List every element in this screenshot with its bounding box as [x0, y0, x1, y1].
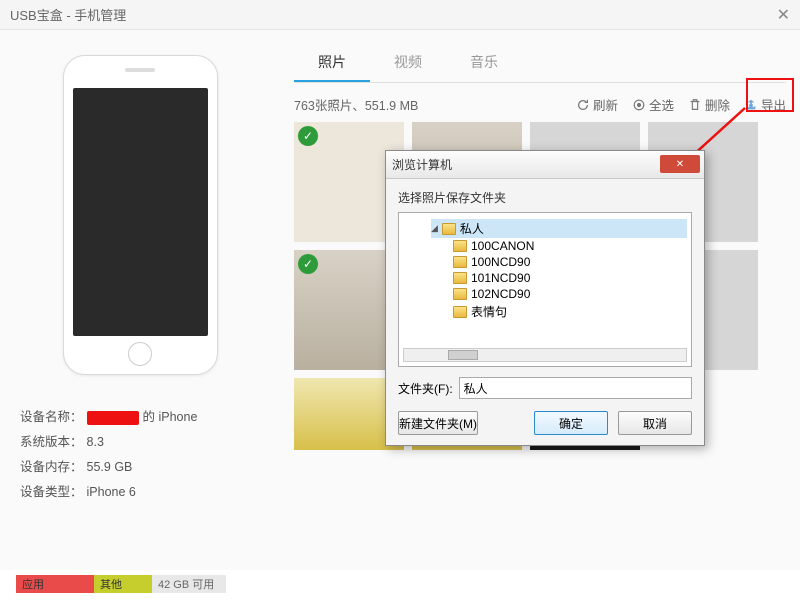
tree-h-scrollbar[interactable]	[403, 348, 687, 362]
checkmark-icon: ✓	[298, 254, 318, 274]
folder-name-row: 文件夹(F):	[398, 377, 692, 399]
tab-music[interactable]: 音乐	[446, 44, 522, 82]
device-name-label: 设备名称：	[20, 405, 83, 430]
device-storage-row: 设备内存： 55.9 GB	[20, 455, 260, 480]
dialog-title: 浏览计算机	[392, 156, 452, 173]
new-folder-button[interactable]: 新建文件夹(M)	[398, 411, 478, 435]
folder-name-label: 文件夹(F):	[398, 380, 453, 397]
cancel-button[interactable]: 取消	[618, 411, 692, 435]
device-os-row: 系统版本： 8.3	[20, 430, 260, 455]
tree-label: 102NCD90	[471, 287, 530, 301]
export-label: 导出	[761, 95, 786, 114]
delete-label: 删除	[705, 95, 730, 114]
storage-bar: 应用 其他 42 GB 可用	[16, 574, 266, 594]
tree-label: 100NCD90	[471, 255, 530, 269]
window-title: USB宝盒 - 手机管理	[10, 5, 126, 24]
scrollbar-thumb[interactable]	[448, 350, 478, 360]
tree-label: 表情句	[471, 303, 507, 320]
phone-home-button	[128, 342, 152, 366]
device-panel: 设备名称： 的 iPhone 系统版本： 8.3 设备内存： 55.9 GB 设…	[0, 30, 280, 570]
device-name-suffix: 的 iPhone	[143, 405, 198, 430]
storage-segment-app: 应用	[16, 575, 94, 593]
tree-label: 私人	[460, 220, 484, 237]
device-os-label: 系统版本：	[20, 430, 83, 455]
folder-icon	[442, 223, 456, 235]
tree-item[interactable]: 100NCD90	[453, 254, 687, 270]
folder-tree[interactable]: ◢ 私人 100CANON 100NCD90 101NCD90 102NCD90	[398, 212, 692, 367]
window-titlebar: USB宝盒 - 手机管理 ✕	[0, 0, 800, 30]
select-all-icon	[632, 98, 646, 112]
folder-icon	[453, 306, 467, 318]
refresh-icon	[576, 98, 590, 112]
dialog-body: 选择照片保存文件夹 ◢ 私人 100CANON 100NCD90 101NCD9…	[386, 179, 704, 445]
tree-label: 101NCD90	[471, 271, 530, 285]
folder-icon	[453, 256, 467, 268]
dialog-buttons: 新建文件夹(M) 确定 取消	[398, 411, 692, 435]
device-os-value: 8.3	[87, 430, 104, 455]
expand-icon[interactable]: ◢	[431, 223, 438, 234]
dialog-titlebar: 浏览计算机 ✕	[386, 151, 704, 179]
refresh-button[interactable]: 刷新	[576, 95, 618, 114]
browse-folder-dialog: 浏览计算机 ✕ 选择照片保存文件夹 ◢ 私人 100CANON 100NCD90…	[385, 150, 705, 446]
device-phone-image	[63, 55, 218, 375]
device-type-row: 设备类型： iPhone 6	[20, 480, 260, 505]
tree-item[interactable]: 102NCD90	[453, 286, 687, 302]
device-type-label: 设备类型：	[20, 480, 83, 505]
tree-label: 100CANON	[471, 239, 534, 253]
dialog-instruction: 选择照片保存文件夹	[398, 189, 692, 206]
device-info: 设备名称： 的 iPhone 系统版本： 8.3 设备内存： 55.9 GB 设…	[20, 405, 260, 505]
dialog-close-button[interactable]: ✕	[660, 155, 700, 173]
storage-segment-free: 42 GB 可用	[152, 575, 226, 593]
storage-segment-other: 其他	[94, 575, 152, 593]
device-storage-value: 55.9 GB	[87, 455, 133, 480]
ok-button[interactable]: 确定	[534, 411, 608, 435]
tab-videos[interactable]: 视频	[370, 44, 446, 82]
tab-photos[interactable]: 照片	[294, 44, 370, 82]
refresh-label: 刷新	[593, 95, 618, 114]
export-button[interactable]: 导出	[744, 95, 786, 114]
trash-icon	[688, 98, 702, 112]
photo-count-status: 763张照片、551.9 MB	[294, 95, 418, 114]
media-toolbar: 763张照片、551.9 MB 刷新 全选 删除	[294, 95, 786, 114]
folder-icon	[453, 272, 467, 284]
select-all-label: 全选	[649, 95, 674, 114]
media-tabs: 照片 视频 音乐	[294, 44, 786, 83]
device-name-redacted	[87, 411, 139, 425]
delete-button[interactable]: 删除	[688, 95, 730, 114]
tree-item-root[interactable]: ◢ 私人	[431, 219, 687, 238]
select-all-button[interactable]: 全选	[632, 95, 674, 114]
folder-icon	[453, 240, 467, 252]
folder-name-input[interactable]	[459, 377, 692, 399]
phone-screen	[73, 88, 208, 336]
tree-item[interactable]: 表情句	[453, 302, 687, 321]
checkmark-icon: ✓	[298, 126, 318, 146]
export-icon	[744, 98, 758, 112]
device-name-row: 设备名称： 的 iPhone	[20, 405, 260, 430]
device-type-value: iPhone 6	[87, 480, 136, 505]
window-close-button[interactable]: ✕	[777, 5, 790, 25]
folder-icon	[453, 288, 467, 300]
tree-item[interactable]: 101NCD90	[453, 270, 687, 286]
device-storage-label: 设备内存：	[20, 455, 83, 480]
tree-item[interactable]: 100CANON	[453, 238, 687, 254]
